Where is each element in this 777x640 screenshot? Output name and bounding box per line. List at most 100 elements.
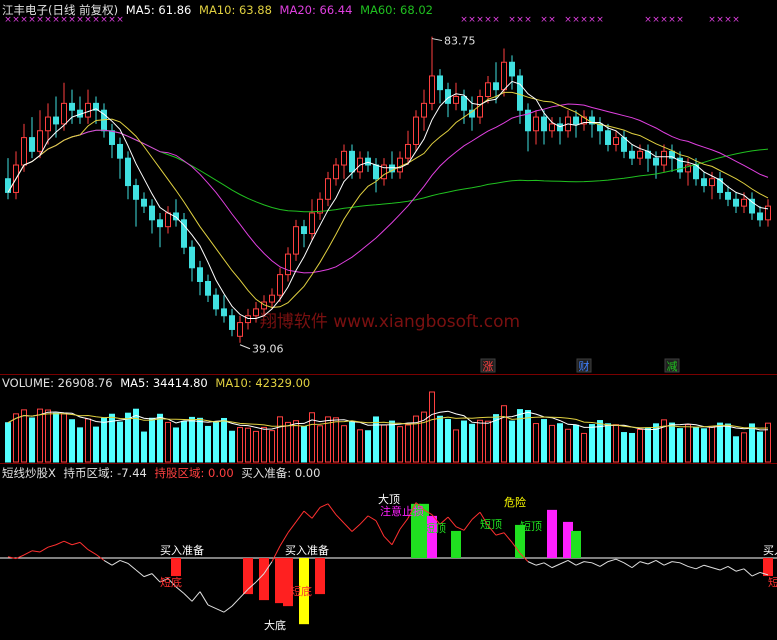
candle-body <box>413 116 419 145</box>
indicator-line-seg <box>503 532 513 543</box>
buy-prepare-readout: 买入准备: 0.00 <box>241 466 321 480</box>
volume-bar <box>253 430 259 463</box>
volume-bar <box>221 417 227 463</box>
indicator-line-seg <box>399 517 409 530</box>
candle-body <box>157 219 163 228</box>
volume-bar <box>669 422 675 463</box>
candle-body <box>437 75 443 91</box>
volume-bar <box>85 418 91 463</box>
indicator-line-seg <box>599 561 609 567</box>
candle-body <box>301 226 307 235</box>
indicator-line-seg <box>39 546 49 553</box>
signal-marker: × <box>588 15 596 25</box>
candle-body <box>45 116 51 132</box>
volume-bar <box>157 413 163 463</box>
signal-marker: × <box>732 15 740 25</box>
stock-title[interactable]: 江丰电子(日线 前复权) <box>2 3 118 17</box>
indicator-line-seg <box>495 532 505 536</box>
indicator-name[interactable]: 短线炒股X <box>2 466 56 480</box>
candle-body <box>277 274 283 296</box>
volume-bar <box>589 424 595 463</box>
volume-bar <box>317 425 323 463</box>
chart-root: × × × × × × × × × × × × × × × × × × × × × × × × × × × × × × × × × × × × × × × 翔… <box>0 0 777 640</box>
indicator-line-seg <box>639 561 649 565</box>
indicator-line-seg <box>55 540 65 546</box>
label-big-bottom: 大底 <box>264 618 286 632</box>
indicator-line-seg <box>327 503 337 515</box>
indicator-bar <box>547 509 557 558</box>
volume-bar <box>765 422 771 463</box>
label-buy-prepare: 买入 <box>763 544 777 557</box>
candle-body <box>165 212 171 228</box>
candle-body <box>109 130 115 145</box>
volume-bar <box>605 423 611 463</box>
candle-body <box>709 178 715 187</box>
label-danger: 危险 <box>504 495 526 509</box>
indicator-line-seg <box>199 591 209 606</box>
indicator-line-seg <box>751 571 761 577</box>
candle-body <box>349 150 355 173</box>
volume-bar <box>405 424 411 463</box>
candle-body <box>661 150 667 166</box>
candle-body <box>485 82 491 98</box>
signal-marker: × <box>724 15 732 25</box>
signal-marker: × <box>508 15 516 25</box>
indicator-header: 短线炒股X 持币区域: -7.44 持股区域: 0.00 买入准备: 0.00 <box>2 465 324 481</box>
signal-marker: × <box>476 15 484 25</box>
candle-body <box>269 294 275 303</box>
volume-bar <box>445 418 451 463</box>
vol-ma10-readout: MA10: 42329.00 <box>215 376 311 390</box>
volume-bar <box>77 427 83 463</box>
indicator-line-seg <box>151 573 161 583</box>
indicator-line-seg <box>535 562 545 566</box>
indicator-line-seg <box>143 573 153 578</box>
signal-marker: × <box>548 15 556 25</box>
volume-header: VOLUME: 26908.76 MA5: 34414.80 MA10: 423… <box>2 376 314 390</box>
event-badge: 减 <box>667 360 678 373</box>
volume-bar <box>189 416 195 463</box>
candle-body <box>189 246 195 269</box>
label-short-top: 短顶 <box>424 521 446 535</box>
indicator-line-seg <box>703 564 713 569</box>
candle-body <box>341 150 347 166</box>
volume-bar <box>301 426 307 463</box>
volume-bar <box>29 417 35 463</box>
volume-bar <box>581 432 587 463</box>
indicator-line-seg <box>615 558 625 564</box>
volume-bar <box>5 422 11 463</box>
candle-body <box>229 315 235 330</box>
volume-bar <box>477 419 483 463</box>
volume-bar <box>341 425 347 463</box>
candle-body <box>85 102 91 118</box>
candle-body <box>365 157 371 166</box>
indicator-line-seg <box>207 604 217 609</box>
indicator-line-seg <box>559 559 569 565</box>
indicator-line-seg <box>647 559 657 565</box>
candle-body <box>373 164 379 180</box>
ma5-line <box>7 80 769 319</box>
indicator-line-seg <box>295 510 305 523</box>
indicator-line-seg <box>463 519 473 531</box>
candle-body <box>717 178 723 193</box>
candle-body <box>461 96 467 111</box>
candle-body <box>493 82 499 91</box>
indicator-bar <box>259 558 269 601</box>
indicator-line-seg <box>375 520 385 537</box>
candle-body <box>245 315 251 324</box>
indicator-line-seg <box>679 562 689 567</box>
indicator-line-seg <box>127 563 137 571</box>
candle-body <box>237 322 243 337</box>
low-label: 39.06 <box>252 343 284 356</box>
volume-bar <box>429 391 435 463</box>
candle-body <box>549 123 555 132</box>
indicator-line-seg <box>191 591 201 602</box>
ma10-line <box>7 91 769 309</box>
ma20-line <box>7 103 769 274</box>
volume-bar <box>197 417 203 463</box>
indicator-line-seg <box>567 559 577 566</box>
candle-body <box>285 253 291 276</box>
candle-body <box>149 205 155 221</box>
volume-bar <box>269 430 275 463</box>
signal-marker: × <box>580 15 588 25</box>
indicator-line-seg <box>383 535 393 546</box>
